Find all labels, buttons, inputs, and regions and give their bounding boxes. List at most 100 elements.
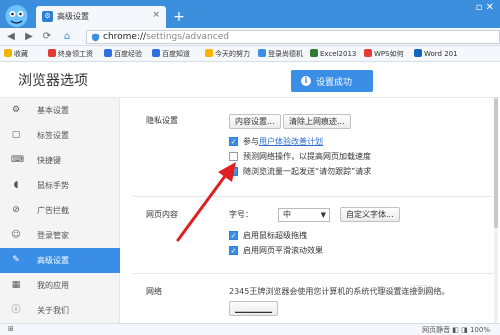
paw-icon [104, 49, 112, 57]
smooth-scroll-checkbox[interactable]: ✓ [229, 246, 238, 255]
bookmark-item[interactable]: Word 201 [414, 49, 458, 58]
bookmark-item[interactable]: 终身领工资 [48, 49, 93, 59]
keyboard-icon: ⌨ [11, 155, 24, 165]
scrollbar-thumb[interactable] [494, 98, 498, 228]
status-left[interactable]: ⊞ [8, 325, 14, 333]
sidebar-item-label: 标签设置 [37, 131, 69, 140]
sidebar-item-label: 关于我们 [37, 306, 69, 315]
status-bar: ⊞ 网页静音 ◧ ◨ 100% [0, 323, 500, 335]
address-text: chrome://settings/advanced [103, 32, 229, 42]
address-bar[interactable]: chrome://settings/advanced [86, 30, 500, 44]
bookmark-item[interactable]: 登录尚德机 [258, 49, 303, 59]
watermark: Baidu 经验 [377, 284, 434, 297]
address-toolbar: ◀ ▶ ⟳ ⌂ chrome://settings/advanced [0, 28, 500, 46]
sidebar-item-shortcuts[interactable]: ⌨ 快捷键 [0, 148, 120, 173]
participate-prefix: 参与 [243, 137, 259, 146]
bookmark-item[interactable]: WPS如何 [364, 49, 404, 59]
bookmark-label: Excel2013 [320, 50, 357, 58]
bookmark-label: 百度经验 [114, 50, 142, 58]
sidebar-item-basic[interactable]: ⚙ 基本设置 [0, 98, 120, 123]
settings-favicon-icon: ⚙ [42, 11, 53, 22]
wps-icon [364, 49, 372, 57]
content-settings-button[interactable]: 内容设置... [229, 114, 281, 129]
address-host: chrome:// [103, 32, 147, 42]
mouse-icon: ◖ [13, 180, 19, 190]
sidebar-item-login-manager[interactable]: ☺ 登录管家 [0, 223, 120, 248]
chevron-down-icon: ▼ [320, 211, 326, 219]
bookmark-item[interactable]: 今天的努力 [205, 49, 250, 59]
sidebar-item-tabs[interactable]: ▢ 标签设置 [0, 123, 120, 148]
word-icon [414, 49, 422, 57]
gear-icon: ⚙ [11, 105, 21, 115]
sidebar-item-label: 鼠标手势 [37, 181, 69, 190]
wrench-icon: ✎ [12, 255, 20, 265]
reload-button[interactable]: ⟳ [40, 30, 54, 44]
bookmark-item[interactable]: Excel2013 [310, 49, 356, 58]
sidebar-item-label: 我的应用 [37, 281, 69, 290]
mouse-drag-label: 启用鼠标超级拖拽 [243, 231, 307, 240]
bookmark-label: 终身领工资 [58, 50, 93, 58]
info-icon: i [301, 76, 311, 86]
status-right[interactable]: 网页静音 ◧ ◨ 100% [422, 325, 490, 335]
ux-program-link[interactable]: 用户体验改善计划 [259, 137, 323, 146]
info-icon: ⓘ [11, 305, 21, 315]
sidebar-item-label: 登录管家 [37, 231, 69, 240]
excel-icon [310, 49, 318, 57]
sidebar-item-label: 基本设置 [37, 106, 69, 115]
success-toast: i 设置成功 [291, 70, 373, 92]
tab-strip: ⚙ 高级设置 × + ▫ ✕ [0, 0, 500, 28]
block-icon: ⊘ [12, 205, 20, 215]
bookmark-icon [258, 49, 266, 57]
bookmarks-bar: 收藏 终身领工资 百度经验 百度知道 今天的努力 登录尚德机 Excel2013… [0, 46, 500, 62]
do-not-track-label: 随浏览流量一起发送“请勿跟踪”请求 [243, 167, 372, 176]
sidebar-item-about[interactable]: ⓘ 关于我们 [0, 298, 120, 323]
sidebar-item-advanced[interactable]: ✎ 高级设置 [0, 248, 120, 273]
user-icon: ☺ [11, 230, 21, 240]
sidebar-item-label: 广告拦截 [37, 206, 69, 215]
bookmark-label: 百度知道 [162, 50, 190, 58]
bookmark-icon [48, 49, 56, 57]
forward-button[interactable]: ▶ [22, 30, 36, 44]
toast-text: 设置成功 [316, 78, 353, 88]
window-controls[interactable]: ▫ ✕ [476, 2, 494, 13]
tab-advanced-settings[interactable]: ⚙ 高级设置 × [36, 6, 166, 28]
sidebar-item-label: 高级设置 [37, 256, 69, 265]
home-icon[interactable]: ⌂ [60, 30, 74, 44]
star-icon [4, 49, 12, 57]
paw-icon [152, 49, 160, 57]
sidebar-item-adblock[interactable]: ⊘ 广告拦截 [0, 198, 120, 223]
address-path: settings/advanced [146, 32, 229, 42]
bookmark-item[interactable]: 百度经验 [104, 49, 142, 59]
sidebar-item-mouse-gestures[interactable]: ◖ 鼠标手势 [0, 173, 120, 198]
bookmark-item[interactable]: 百度知道 [152, 49, 190, 59]
bookmark-label: 收藏 [14, 50, 28, 58]
bookmark-icon [205, 49, 213, 57]
shield-icon [91, 33, 100, 42]
back-button[interactable]: ◀ [4, 30, 18, 44]
section-divider [133, 273, 493, 274]
font-size-select[interactable]: 中 ▼ [278, 208, 330, 222]
predict-network-label: 预测网络操作，以提高网页加载速度 [243, 152, 371, 161]
tab-title: 高级设置 [57, 12, 89, 21]
participate-label: 参与用户体验改善计划 [243, 136, 323, 147]
bookmark-label: WPS如何 [374, 50, 404, 58]
bookmark-label: 登录尚德机 [268, 50, 303, 58]
tab-close-icon[interactable]: × [152, 10, 160, 20]
sidebar-item-label: 快捷键 [37, 156, 61, 165]
privacy-section-title: 隐私设置 [146, 116, 178, 125]
bookmark-label: Word 201 [424, 50, 458, 58]
font-size-value: 中 [283, 210, 291, 219]
settings-header: 浏览器选项 i 设置成功 [0, 62, 500, 98]
annotation-arrow [176, 162, 236, 242]
apps-icon: ▦ [11, 280, 21, 290]
change-proxy-button[interactable]: ▁▁▁▁▁▁ [229, 301, 278, 316]
clear-history-button[interactable]: 清除上网痕迹... [283, 114, 351, 129]
bookmark-label: 今天的努力 [215, 50, 250, 58]
participate-checkbox[interactable]: ✓ [229, 137, 238, 146]
settings-sidebar: ⚙ 基本设置 ▢ 标签设置 ⌨ 快捷键 ◖ 鼠标手势 ⊘ 广告拦截 ☺ 登录管家 ✎ 高级设置… [0, 98, 120, 323]
page-title: 浏览器选项 [18, 73, 88, 89]
bookmark-item[interactable]: 收藏 [4, 49, 28, 59]
new-tab-button[interactable]: + [170, 8, 188, 26]
custom-font-button[interactable]: 自定义字体... [340, 207, 400, 222]
sidebar-item-my-apps[interactable]: ▦ 我的应用 [0, 273, 120, 298]
